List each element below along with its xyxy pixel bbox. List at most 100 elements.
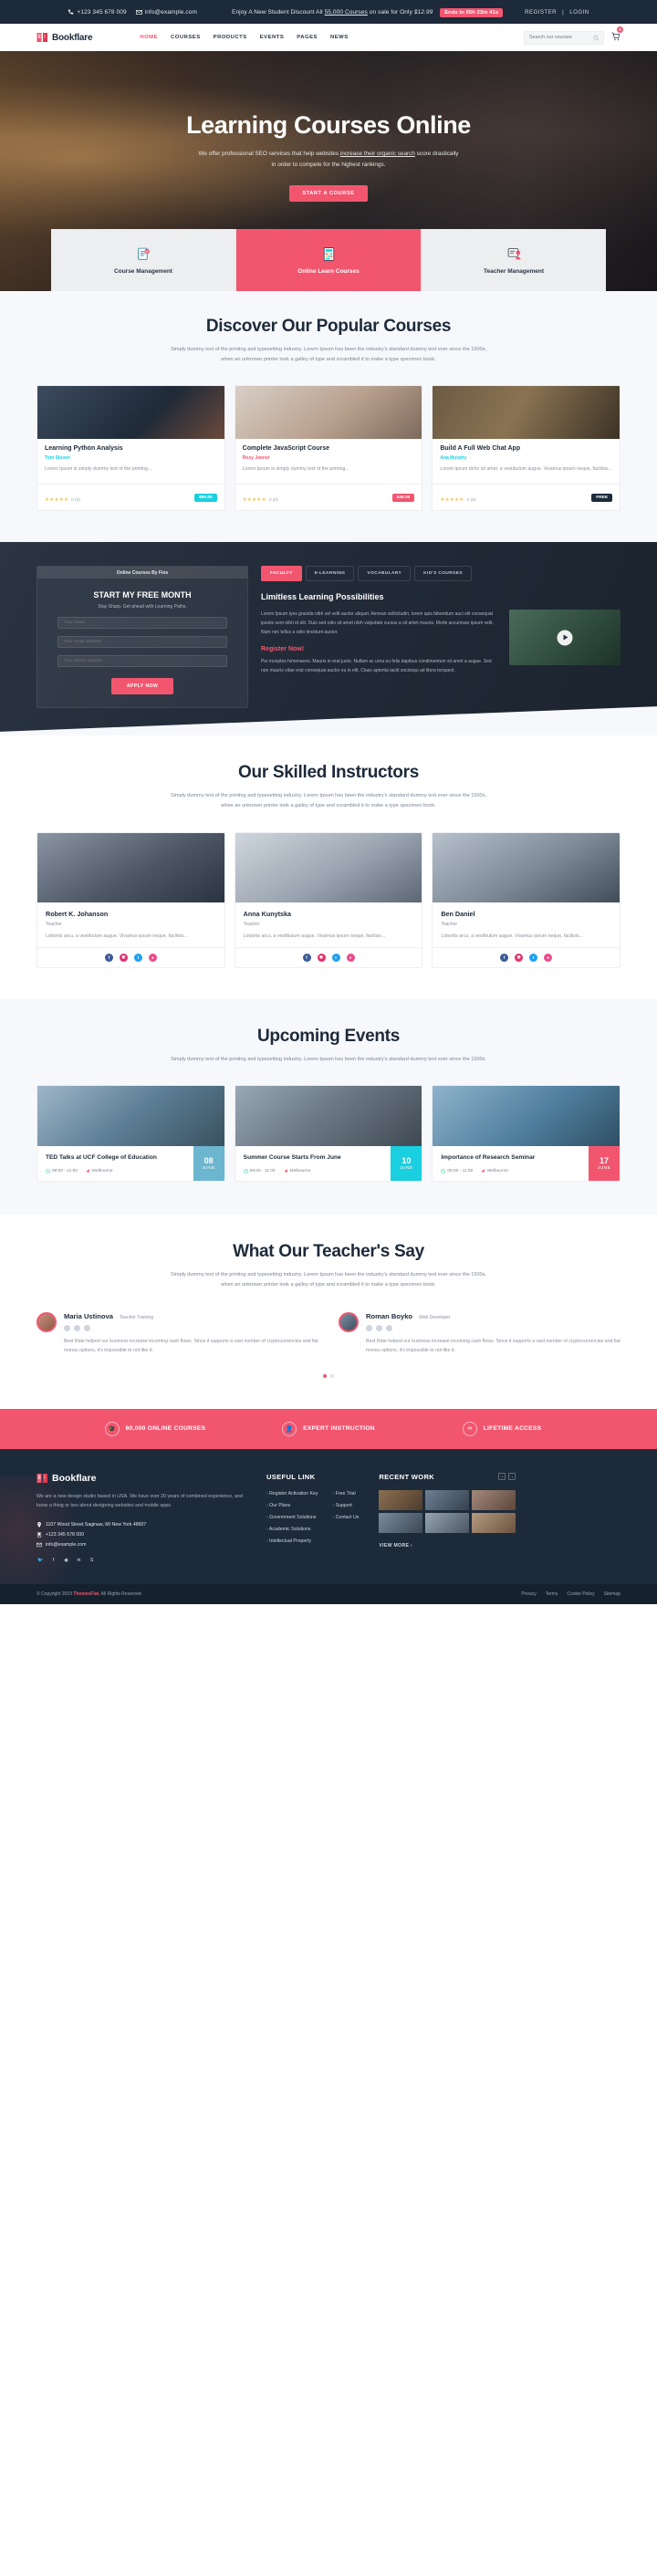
tab-faculty[interactable]: FACULTY bbox=[261, 566, 302, 582]
brand-logo[interactable]: Bookflare bbox=[36, 32, 93, 43]
facebook-icon[interactable] bbox=[366, 1324, 372, 1331]
footer-logo[interactable]: Bookflare bbox=[36, 1473, 246, 1484]
legal-link-terms[interactable]: Terms bbox=[546, 1591, 558, 1597]
topbar-email-text: info@example.com bbox=[144, 8, 198, 16]
chevron-right-icon[interactable]: › bbox=[508, 1473, 516, 1481]
form-field-name[interactable] bbox=[57, 617, 227, 630]
dribbble-icon[interactable]: ● bbox=[544, 953, 553, 962]
name-input[interactable] bbox=[64, 621, 221, 626]
recent-work-thumb[interactable] bbox=[379, 1512, 423, 1533]
event-card[interactable]: Summer Course Starts From June 08:00 - 1… bbox=[234, 1084, 423, 1182]
nav-item-home[interactable]: HOME bbox=[140, 35, 158, 40]
promo-link[interactable]: 55,000 Courses bbox=[325, 9, 368, 16]
facebook-icon[interactable]: f bbox=[49, 1558, 57, 1566]
instagram-icon[interactable]: ◉ bbox=[62, 1558, 70, 1566]
twitter-icon[interactable]: t bbox=[133, 953, 142, 962]
phone-input[interactable] bbox=[64, 659, 221, 664]
footer-link[interactable]: Register Activation Key bbox=[266, 1491, 318, 1497]
topbar-email[interactable]: info@example.com bbox=[135, 8, 198, 16]
chevron-left-icon[interactable]: ‹ bbox=[498, 1473, 506, 1481]
feature-tab-online-learn-courses[interactable]: Online Learn Courses bbox=[236, 229, 422, 291]
search-icon[interactable] bbox=[593, 35, 599, 41]
email-input[interactable] bbox=[64, 640, 221, 645]
footer-link[interactable]: Government Solutions bbox=[266, 1515, 318, 1520]
form-field-email[interactable] bbox=[57, 636, 227, 649]
instagram-icon[interactable]: ◉ bbox=[119, 953, 128, 962]
nav-item-pages[interactable]: PAGES bbox=[297, 35, 318, 40]
dribbble-icon[interactable]: ● bbox=[346, 953, 355, 962]
cart-button[interactable]: 0 bbox=[611, 26, 623, 46]
view-more-link[interactable]: VIEW MORE › bbox=[379, 1543, 516, 1549]
apply-now-button[interactable]: APPLY NOW bbox=[110, 678, 174, 695]
course-card[interactable]: Complete JavaScript Course Rosy Janner L… bbox=[234, 385, 423, 512]
nav-item-products[interactable]: PRODUCTS bbox=[214, 35, 247, 40]
play-icon[interactable] bbox=[557, 630, 573, 646]
skype-icon[interactable]: S bbox=[88, 1558, 96, 1566]
twitter-icon[interactable] bbox=[74, 1324, 80, 1331]
search-input[interactable] bbox=[529, 35, 593, 40]
login-link[interactable]: LOGIN bbox=[569, 9, 589, 16]
instagram-icon[interactable] bbox=[84, 1324, 90, 1331]
register-link[interactable]: REGISTER bbox=[525, 9, 557, 16]
search-box[interactable] bbox=[524, 30, 604, 45]
instructor-card[interactable]: Ben Daniel Teacher Lobortis arcu, a vest… bbox=[432, 831, 621, 968]
facebook-icon[interactable]: f bbox=[302, 953, 311, 962]
topbar-phone[interactable]: +123 345 678 009 bbox=[68, 9, 127, 16]
facebook-icon[interactable]: f bbox=[104, 953, 113, 962]
tab-elearning[interactable]: E-LEARNING bbox=[305, 566, 355, 582]
course-author[interactable]: Tom Steven bbox=[45, 455, 217, 461]
nav-item-courses[interactable]: COURSES bbox=[171, 35, 201, 40]
course-card[interactable]: Build A Full Web Chat App Ana Murphy Lor… bbox=[432, 385, 621, 512]
nav-item-news[interactable]: NEWS bbox=[330, 35, 349, 40]
copyright-brand[interactable]: ThemesFlat bbox=[73, 1591, 99, 1597]
cta-item-courses[interactable]: 🎓 80,000 ONLINE COURSES bbox=[68, 1421, 242, 1436]
form-field-phone[interactable] bbox=[57, 655, 227, 668]
tab-vocabulary[interactable]: VOCABULARY bbox=[358, 566, 412, 582]
twitter-icon[interactable]: t bbox=[529, 953, 538, 962]
recent-work-thumb[interactable] bbox=[425, 1489, 470, 1510]
footer-link[interactable]: Academic Solutions bbox=[266, 1527, 318, 1532]
footer-link[interactable]: Intellectual Property bbox=[266, 1538, 318, 1544]
event-card[interactable]: TED Talks at UCF College of Education 08… bbox=[36, 1084, 225, 1182]
carousel-dot-2[interactable] bbox=[330, 1373, 334, 1378]
twitter-icon[interactable]: 🐦 bbox=[36, 1558, 45, 1566]
recent-work-thumb[interactable] bbox=[379, 1489, 423, 1510]
course-author[interactable]: Ana Murphy bbox=[440, 455, 612, 461]
course-card[interactable]: Learning Python Analysis Tom Steven Lore… bbox=[36, 385, 225, 512]
tab-kids-courses[interactable]: KID'S COURSES bbox=[414, 566, 472, 582]
instructor-card[interactable]: Robert K. Johanson Teacher Lobortis arcu… bbox=[36, 831, 225, 968]
twitter-icon[interactable] bbox=[376, 1324, 382, 1331]
twitter-icon[interactable]: t bbox=[331, 953, 340, 962]
course-author[interactable]: Rosy Janner bbox=[243, 455, 415, 461]
instagram-icon[interactable]: ◉ bbox=[317, 953, 326, 962]
footer-email[interactable]: info@example.com bbox=[36, 1542, 246, 1548]
legal-link-cookie-policy[interactable]: Cookie Policy bbox=[567, 1591, 594, 1597]
promo-video[interactable] bbox=[509, 610, 620, 666]
nav-item-events[interactable]: EVENTS bbox=[260, 35, 285, 40]
hero-sub-link[interactable]: increase their organic search bbox=[340, 151, 415, 157]
linkedin-icon[interactable]: in bbox=[75, 1558, 83, 1566]
legal-link-privacy[interactable]: Privacy bbox=[521, 1591, 536, 1597]
footer-link[interactable]: Contact Us bbox=[333, 1515, 360, 1520]
recent-work-thumb[interactable] bbox=[472, 1489, 516, 1510]
recent-work-thumb[interactable] bbox=[425, 1512, 470, 1533]
instructor-card[interactable]: Anna Kunytska Teacher Lobortis arcu, a v… bbox=[234, 831, 423, 968]
footer-link[interactable]: Support bbox=[333, 1503, 360, 1508]
cta-item-lifetime[interactable]: ∞ LIFETIME ACCESS bbox=[415, 1421, 589, 1436]
facebook-icon[interactable]: f bbox=[500, 953, 509, 962]
footer-link[interactable]: Free Trial bbox=[333, 1491, 360, 1497]
instagram-icon[interactable] bbox=[386, 1324, 392, 1331]
footer-phone[interactable]: +123 345 678 000 bbox=[36, 1532, 246, 1538]
feature-tab-teacher-management[interactable]: Teacher Management bbox=[422, 229, 606, 291]
instagram-icon[interactable]: ◉ bbox=[515, 953, 524, 962]
feature-tab-course-management[interactable]: Course Management bbox=[51, 229, 236, 291]
event-card[interactable]: Importance of Research Seminar 08:00 - 1… bbox=[432, 1084, 621, 1182]
facebook-icon[interactable] bbox=[64, 1324, 70, 1331]
dribbble-icon[interactable]: ● bbox=[148, 953, 157, 962]
legal-link-sitemap[interactable]: Sitemap bbox=[604, 1591, 620, 1597]
start-course-button[interactable]: START A COURSE bbox=[289, 185, 368, 203]
cta-item-instruction[interactable]: 👤 EXPERT INSTRUCTION bbox=[242, 1421, 415, 1436]
recent-work-thumb[interactable] bbox=[472, 1512, 516, 1533]
footer-link[interactable]: Our Plans bbox=[266, 1503, 318, 1508]
carousel-dot-1[interactable] bbox=[323, 1373, 327, 1378]
